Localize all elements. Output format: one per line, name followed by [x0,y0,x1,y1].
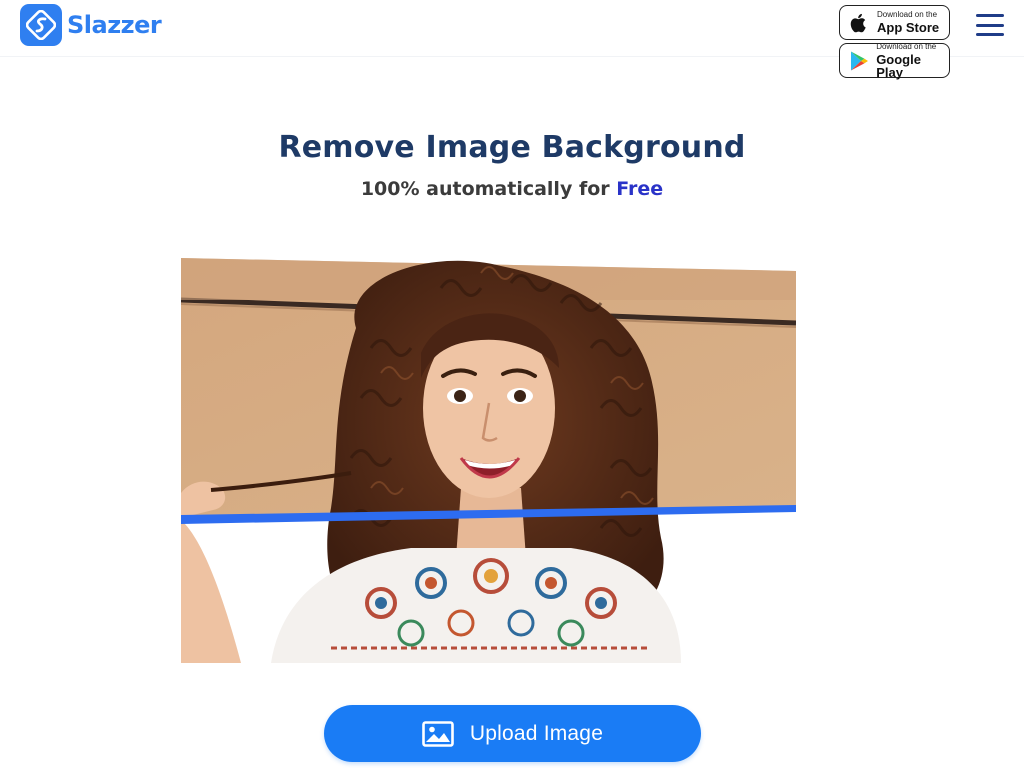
menu-bar [976,33,1004,36]
app-store-button[interactable]: Download on the App Store [839,5,950,40]
upload-image-label: Upload Image [469,721,604,745]
subtitle-free-highlight: Free [616,178,664,200]
subtitle-text: 100% automatically for [360,178,617,200]
google-play-small-label: Download on the [876,41,937,51]
apple-icon [846,10,872,36]
app-store-small-label: Download on the [877,10,938,19]
upload-image-button[interactable]: Upload Image [324,705,701,762]
google-play-text: Download on the Google Play [876,41,949,80]
slazzer-logo-icon [20,4,62,46]
page-title: Remove Image Background [278,130,746,165]
google-play-big-label: Google Play [876,51,921,80]
demo-image [181,258,796,663]
menu-bar [976,23,1004,27]
logo[interactable]: Slazzer [20,3,162,47]
google-play-icon [846,48,871,74]
page: Slazzer Download on the App Store Downlo… [0,0,1024,768]
page-subtitle: 100% automatically for Free [0,178,1024,200]
app-store-text: Download on the App Store [877,10,940,35]
header: Slazzer Download on the App Store Downlo… [0,0,1024,79]
google-play-button[interactable]: Download on the Google Play [839,41,950,80]
menu-bar [976,14,1004,17]
image-icon [422,720,454,747]
logo-text: Slazzer [67,11,162,39]
app-store-big-label: App Store [877,20,940,35]
hamburger-menu-icon[interactable] [976,14,1004,36]
